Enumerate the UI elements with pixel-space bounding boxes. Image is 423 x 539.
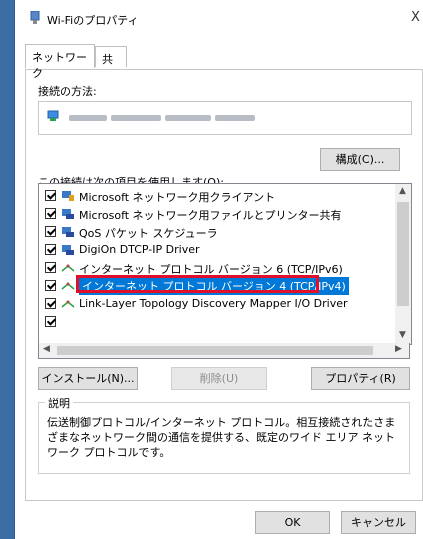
- list-item-partial[interactable]: [39, 313, 394, 331]
- item-label: Microsoft ネットワーク用ファイルとプリンター共有: [79, 209, 342, 222]
- item-checkbox[interactable]: [45, 208, 56, 219]
- network-tab-panel: 接続の方法: 構成(C)... この接続は次の項目を使用します(O): Micr…: [25, 69, 423, 501]
- properties-dialog: Wi-Fiのプロパティ X ネットワーク 共有 接続の方法: 構成(C)... …: [14, 0, 423, 539]
- ok-button[interactable]: OK: [255, 511, 330, 534]
- list-item[interactable]: Link-Layer Topology Discovery Mapper I/O…: [39, 295, 394, 313]
- network-adapter-icon: [47, 110, 59, 121]
- network-client-icon: [62, 191, 74, 201]
- item-checkbox[interactable]: [45, 226, 56, 237]
- properties-button[interactable]: プロパティ(R): [311, 367, 410, 390]
- driver-icon: [62, 245, 74, 255]
- install-button[interactable]: インストール(N)...: [38, 367, 138, 390]
- connection-label: 接続の方法:: [38, 85, 97, 98]
- scroll-left-icon[interactable]: ◀: [43, 344, 50, 354]
- item-checkbox[interactable]: [45, 280, 56, 291]
- item-checkbox[interactable]: [45, 298, 56, 309]
- list-item[interactable]: Microsoft ネットワーク用クライアント: [39, 187, 394, 205]
- item-label: QoS パケット スケジューラ: [79, 227, 218, 240]
- scroll-down-icon[interactable]: ▼: [399, 330, 406, 340]
- file-printer-share-icon: [62, 209, 74, 219]
- item-label: DigiOn DTCP-IP Driver: [79, 243, 200, 256]
- item-label: Link-Layer Topology Discovery Mapper I/O…: [79, 297, 348, 310]
- scroll-right-icon[interactable]: ▶: [395, 344, 402, 354]
- qos-icon: [62, 227, 74, 237]
- list-item[interactable]: Microsoft ネットワーク用ファイルとプリンター共有: [39, 205, 394, 223]
- list-item[interactable]: DigiOn DTCP-IP Driver: [39, 241, 394, 259]
- adapter-name-box: [38, 101, 412, 135]
- scroll-up-icon[interactable]: ▲: [399, 186, 406, 196]
- vertical-scrollbar[interactable]: ▲ ▼: [395, 184, 411, 344]
- item-label: Microsoft ネットワーク用クライアント: [79, 191, 276, 204]
- configure-button[interactable]: 構成(C)...: [320, 148, 400, 171]
- scroll-thumb[interactable]: [57, 346, 373, 355]
- title-bar: Wi-Fiのプロパティ X: [15, 0, 423, 38]
- protocol-icon: [61, 264, 75, 272]
- highlight-annotation: [76, 275, 319, 293]
- description-title: 説明: [45, 395, 73, 411]
- item-checkbox[interactable]: [45, 190, 56, 201]
- adapter-name-blurred: [111, 115, 161, 121]
- adapter-name-blurred: [215, 115, 255, 121]
- protocol-icon: [61, 300, 75, 308]
- tab-network[interactable]: ネットワーク: [25, 44, 95, 80]
- uninstall-button[interactable]: 削除(U): [171, 367, 267, 390]
- description-group: 説明 伝送制御プロトコル/インターネット プロトコル。相互接続されたさまざまなネ…: [38, 395, 410, 474]
- adapter-name-blurred: [165, 115, 211, 121]
- item-checkbox[interactable]: [45, 244, 56, 255]
- window-title: Wi-Fiのプロパティ: [47, 14, 139, 27]
- adapter-name-blurred: [69, 115, 107, 121]
- item-checkbox[interactable]: [45, 316, 56, 327]
- scroll-thumb[interactable]: [397, 202, 409, 306]
- protocol-icon: [61, 282, 75, 290]
- horizontal-scrollbar[interactable]: ◀ ▶: [38, 343, 410, 359]
- cancel-button[interactable]: キャンセル: [341, 511, 416, 534]
- tab-sharing[interactable]: 共有: [95, 46, 127, 82]
- item-checkbox[interactable]: [45, 262, 56, 273]
- description-text: 伝送制御プロトコル/インターネット プロトコル。相互接続されたさまざまなネットワ…: [47, 416, 396, 459]
- list-item-selected[interactable]: インターネット プロトコル バージョン 4 (TCP/IPv4): [39, 275, 394, 295]
- close-icon[interactable]: X: [411, 10, 420, 25]
- list-item[interactable]: QoS パケット スケジューラ: [39, 223, 394, 241]
- wifi-adapter-icon: [30, 11, 40, 24]
- component-list[interactable]: Microsoft ネットワーク用クライアント Microsoft ネットワーク…: [38, 183, 412, 345]
